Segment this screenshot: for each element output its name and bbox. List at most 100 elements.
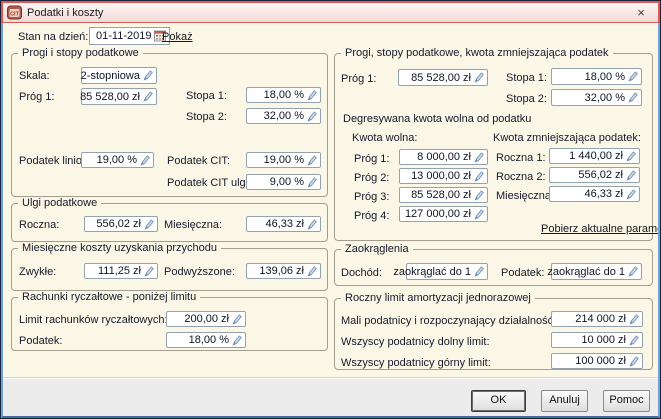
dochod-field[interactable]: zaokrąglać do 1 — [393, 263, 488, 280]
kw-prog1-label: Próg 1: — [354, 153, 390, 165]
pencil-icon — [307, 265, 317, 277]
koszty-podwyzszone-label: Podwyższone: — [164, 266, 235, 278]
kw-prog4-label: Próg 4: — [354, 210, 390, 222]
dolny-limit-label: Wszyscy podatnicy dolny limit: — [341, 336, 490, 348]
pencil-icon — [626, 188, 636, 200]
stopa1-label: Stopa 1: — [186, 90, 227, 102]
pencil-icon — [474, 151, 484, 163]
r-stopa1-label: Stopa 1: — [506, 72, 547, 84]
pencil-icon — [143, 91, 153, 102]
pencil-icon — [140, 154, 150, 166]
prog1-label: Próg 1: — [19, 91, 55, 103]
dolny-limit-field[interactable]: 10 000 zł — [551, 332, 643, 348]
gorny-limit-field[interactable]: 100 000 zł — [551, 353, 643, 369]
pencil-icon — [628, 71, 638, 82]
mali-podatnicy-label: Mali podatnicy i rozpoczynający działaln… — [341, 315, 587, 327]
dialog-podatki-i-koszty: CIT Podatki i koszty × Stan na dzień: 01… — [0, 0, 661, 419]
group-koszty-legend: Miesięczne koszty uzyskania przychodu — [18, 242, 222, 254]
pencil-icon — [143, 70, 153, 81]
roczna1-label: Roczna 1: — [496, 152, 546, 164]
date-input[interactable]: 01-11-2019 — [89, 27, 170, 45]
stopa2-field[interactable]: 32,00 % — [246, 108, 321, 124]
koszty-podwyzszone-field[interactable]: 139,06 zł — [246, 263, 321, 279]
kw-prog4-field[interactable]: 127 000,00 zł — [399, 206, 488, 222]
roczna2-field[interactable]: 556,02 zł — [549, 167, 640, 183]
r-stopa2-field[interactable]: 32,00 % — [551, 89, 642, 106]
skala-label: Skala: — [19, 70, 50, 82]
title-bar: CIT Podatki i koszty × — [1, 1, 660, 23]
rachunki-podatek-label: Podatek: — [19, 335, 63, 347]
group-ulgi-legend: Ulgi podatkowe — [18, 197, 102, 209]
group-zaokraglenia-legend: Zaokrąglenia — [341, 243, 413, 255]
ulga-roczna-label: Roczna: — [19, 219, 60, 231]
pencil-icon — [307, 176, 317, 188]
podatek-liniowy-field[interactable]: 19,00 % — [81, 152, 154, 168]
podatek-cit-field[interactable]: 19,00 % — [246, 152, 321, 168]
pencil-icon — [232, 334, 242, 346]
kw-prog1-field[interactable]: 8 000,00 zł — [399, 149, 488, 165]
prog1-field[interactable]: 85 528,00 zł — [80, 88, 157, 105]
r-stopa1-field[interactable]: 18,00 % — [551, 68, 642, 85]
r-prog1-field[interactable]: 85 528,00 zł — [398, 69, 488, 86]
window-title: Podatki i koszty — [27, 6, 104, 19]
date-state-label: Stan na dzień: — [18, 31, 89, 43]
pencil-icon — [474, 266, 484, 277]
pencil-icon — [629, 313, 639, 325]
kwota-zmniejszajaca-header: Kwota zmniejszająca podatek: — [493, 132, 641, 144]
kw-prog3-field[interactable]: 85 528,00 zł — [399, 187, 488, 203]
group-progi-i-stopy-legend: Progi i stopy podatkowe — [18, 47, 143, 59]
degresywna-title: Degresywana kwota wolna od podatku — [343, 113, 532, 125]
pencil-icon — [307, 218, 317, 230]
limit-rachunkow-field[interactable]: 200,00 zł — [166, 311, 246, 327]
download-parameters-link[interactable]: Pobierz aktualne parametry — [541, 223, 660, 235]
ulga-roczna-field[interactable]: 556,02 zł — [84, 216, 158, 232]
koszty-zwykle-field[interactable]: 111,25 zł — [84, 263, 158, 279]
pencil-icon — [626, 169, 636, 181]
gorny-limit-label: Wszyscy podatnicy górny limit: — [341, 357, 491, 369]
date-value: 01-11-2019 — [96, 30, 152, 42]
limit-rachunkow-label: Limit rachunków ryczałtowych: — [19, 314, 168, 326]
zaokr-podatek-field[interactable]: zaokrąglać do 1 — [547, 263, 642, 280]
show-link[interactable]: Pokaż — [162, 31, 193, 43]
group-amortyzacja-legend: Roczny limit amortyzacji jednorazowej — [341, 292, 535, 304]
svg-text:CIT: CIT — [10, 12, 20, 18]
group-progi-kwota-legend: Progi, stopy podatkowe, kwota zmniejszaj… — [341, 47, 613, 59]
pencil-icon — [474, 208, 484, 220]
pencil-icon — [474, 189, 484, 201]
mali-podatnicy-field[interactable]: 214 000 zł — [551, 311, 643, 327]
pencil-icon — [474, 170, 484, 182]
help-button[interactable]: Pomoc — [603, 390, 650, 412]
r-stopa2-label: Stopa 2: — [506, 93, 547, 105]
kw-prog2-label: Próg 2: — [354, 172, 390, 184]
pencil-icon — [628, 266, 638, 277]
r-miesieczna-field[interactable]: 46,33 zł — [549, 186, 640, 202]
close-icon[interactable]: × — [629, 4, 653, 21]
kw-prog3-label: Próg 3: — [354, 191, 390, 203]
kwota-wolna-header: Kwota wolna: — [352, 132, 418, 144]
pencil-icon — [144, 218, 154, 230]
stopa1-field[interactable]: 18,00 % — [246, 87, 321, 103]
pencil-icon — [232, 313, 242, 325]
pencil-icon — [144, 265, 154, 277]
kw-prog2-field[interactable]: 13 000,00 zł — [399, 168, 488, 184]
pencil-icon — [628, 92, 638, 103]
r-prog1-label: Próg 1: — [341, 73, 377, 85]
ulga-miesieczna-field[interactable]: 46,33 zł — [246, 216, 321, 232]
r-miesieczna-label: Miesięczna: — [496, 190, 555, 202]
pencil-icon — [629, 334, 639, 346]
podatek-cit-ulgowy-field[interactable]: 9,00 % — [246, 174, 321, 190]
ulga-miesieczna-label: Miesięczna: — [164, 219, 223, 231]
pencil-icon — [629, 355, 639, 367]
roczna2-label: Roczna 2: — [496, 171, 546, 183]
ok-button[interactable]: OK — [471, 390, 526, 412]
roczna1-field[interactable]: 1 440,00 zł — [549, 148, 640, 164]
dochod-label: Dochód: — [341, 267, 382, 279]
rachunki-podatek-field[interactable]: 18,00 % — [166, 332, 246, 348]
pencil-icon — [474, 72, 484, 83]
pencil-icon — [626, 150, 636, 162]
app-icon: CIT — [7, 5, 22, 20]
cancel-button[interactable]: Anuluj — [541, 390, 588, 412]
pencil-icon — [307, 154, 317, 166]
podatek-cit-label: Podatek CIT: — [167, 155, 230, 167]
skala-field[interactable]: 2-stopniowa — [81, 67, 157, 84]
